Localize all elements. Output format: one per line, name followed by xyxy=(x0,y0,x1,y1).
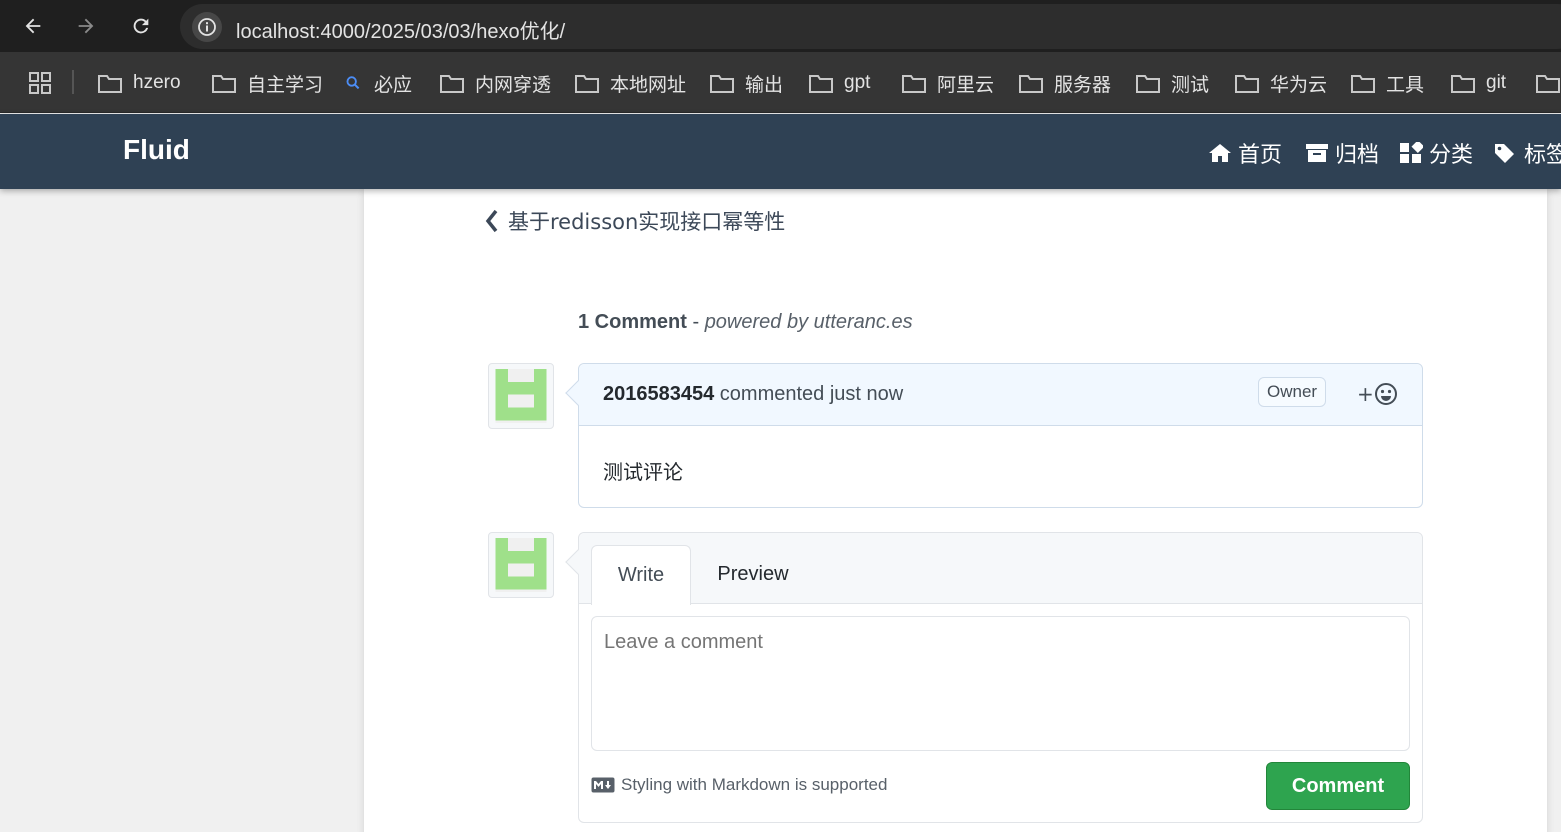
comment-textarea[interactable] xyxy=(591,616,1410,751)
archive-icon xyxy=(1306,144,1328,162)
comment-meta: 2016583454 commented just now xyxy=(603,383,903,406)
bookmark-shuchu[interactable]: 输出 xyxy=(709,69,783,97)
home-icon xyxy=(1209,144,1231,162)
comment-body: 测试评论 xyxy=(603,460,683,484)
submit-comment-button[interactable]: Comment xyxy=(1266,762,1410,810)
bookmark-label: 内网穿透 xyxy=(475,74,552,96)
folder-icon xyxy=(1019,75,1043,93)
nav-label: 归档 xyxy=(1335,143,1380,168)
folder-icon xyxy=(1235,75,1259,93)
comments-header: 1 Comment - powered by utteranc.es xyxy=(578,311,913,334)
comment-author[interactable]: 2016583454 xyxy=(603,383,714,405)
add-reaction-button[interactable]: + xyxy=(1357,382,1398,406)
folder-icon xyxy=(575,75,599,93)
identicon-image xyxy=(495,369,547,423)
comment-item: 2016583454 commented just now Owner + 测试… xyxy=(565,363,1423,508)
nav-label: 分类 xyxy=(1429,143,1474,168)
forward-button[interactable] xyxy=(72,12,100,40)
bookmark-bendiwangzhi[interactable]: 本地网址 xyxy=(574,69,686,97)
comment-header: 2016583454 commented just now Owner + xyxy=(579,364,1422,426)
markdown-icon xyxy=(591,777,615,793)
bookmark-label: 测试 xyxy=(1171,74,1210,96)
bookmark-label: hzero xyxy=(133,72,181,93)
tab-preview[interactable]: Preview xyxy=(703,545,803,604)
avatar[interactable] xyxy=(488,532,554,598)
smiley-icon xyxy=(1374,383,1397,405)
identicon-image xyxy=(495,538,547,592)
bookmark-fuwuqi[interactable]: 服务器 xyxy=(1018,69,1111,97)
bookmark-ceshi[interactable]: 测试 xyxy=(1135,69,1209,97)
nav-home[interactable]: 首页 xyxy=(1208,137,1282,169)
folder-icon xyxy=(1351,75,1375,93)
bookmark-git[interactable]: git xyxy=(1450,69,1506,97)
comment-count: 1 Comment xyxy=(578,311,687,333)
nav-label: 标签 xyxy=(1524,143,1561,168)
reload-icon xyxy=(133,18,149,34)
bookmark-label: 华为云 xyxy=(1270,74,1328,96)
site-brand[interactable]: Fluid xyxy=(123,134,190,166)
nav-category[interactable]: 分类 xyxy=(1399,137,1473,169)
markdown-note[interactable]: Styling with Markdown is supported xyxy=(591,775,887,795)
powered-by[interactable]: powered by utteranc.es xyxy=(705,311,913,333)
bookmark-gpt[interactable]: gpt xyxy=(808,69,870,97)
chevron-left-icon xyxy=(485,209,498,233)
bookmark-label: 必应 xyxy=(374,74,413,96)
editor-tabs: Write Preview xyxy=(579,533,1422,605)
bookmark-zizhuxuexi[interactable]: 自主学习 xyxy=(211,69,323,97)
category-icon xyxy=(1400,142,1423,163)
folder-icon xyxy=(809,75,833,93)
folder-icon xyxy=(1536,75,1560,93)
reload-button[interactable] xyxy=(127,12,155,40)
search-icon xyxy=(346,76,360,90)
bookmark-label: 输出 xyxy=(745,74,784,96)
bookmark-label: 阿里云 xyxy=(937,74,995,96)
tab-write[interactable]: Write xyxy=(591,545,691,605)
nav-label: 首页 xyxy=(1238,143,1283,168)
bookmark-separator xyxy=(72,70,74,94)
bookmark-label: gpt xyxy=(844,72,871,93)
powered-separator: - xyxy=(686,311,705,333)
folder-icon xyxy=(212,75,236,93)
markdown-note-text: Styling with Markdown is supported xyxy=(621,775,888,794)
apps-grid-icon[interactable] xyxy=(28,71,52,99)
arrow-left-icon xyxy=(25,18,41,34)
bookmark-neiwangchuantou[interactable]: 内网穿透 xyxy=(439,69,551,97)
owner-badge: Owner xyxy=(1258,377,1327,407)
bookmark-label: git xyxy=(1486,72,1507,93)
tag-icon xyxy=(1495,144,1514,163)
reaction-plus: + xyxy=(1357,382,1374,406)
bookmark-aliyun[interactable]: 阿里云 xyxy=(901,69,994,97)
folder-icon xyxy=(1451,75,1475,93)
bookmarks-bar: hzero 自主学习 必应 内网穿透 本地网址 输出 gpt 阿里云 服务器 测… xyxy=(0,52,1561,113)
bookmark-hzero[interactable]: hzero xyxy=(97,69,181,97)
bookmark-label: 服务器 xyxy=(1054,74,1112,96)
bookmark-gongju[interactable]: 工具 xyxy=(1350,69,1424,97)
site-navbar: Fluid 首页 归档 分类 标签 xyxy=(0,114,1561,189)
bookmark-label: 本地网址 xyxy=(610,74,687,96)
browser-toolbar: localhost:4000/2025/03/03/hexo优化/ xyxy=(0,0,1561,52)
nav-tag[interactable]: 标签 xyxy=(1494,137,1561,169)
prev-post-title: 基于redisson实现接口幂等性 xyxy=(508,210,786,234)
url-text[interactable]: localhost:4000/2025/03/03/hexo优化/ xyxy=(236,15,565,44)
folder-icon xyxy=(902,75,926,93)
comment-action[interactable]: commented just now xyxy=(714,383,903,405)
folder-icon xyxy=(440,75,464,93)
bookmark-huaweiyun[interactable]: 华为云 xyxy=(1234,69,1327,97)
bookmark-label: 工具 xyxy=(1386,74,1425,96)
arrow-right-icon xyxy=(78,18,94,34)
folder-icon xyxy=(98,75,122,93)
back-button[interactable] xyxy=(19,12,47,40)
bookmark-label: 自主学习 xyxy=(247,74,324,96)
prev-post-link[interactable]: 基于redisson实现接口幂等性 xyxy=(484,206,785,236)
post-card: 基于redisson实现接口幂等性 1 Comment - powered by… xyxy=(364,189,1547,832)
folder-icon xyxy=(710,75,734,93)
comment-editor: Write Preview Styling with Markdown is s… xyxy=(565,532,1423,823)
bookmark-overflow-folder[interactable] xyxy=(1535,69,1561,97)
bookmark-bing[interactable]: 必应 xyxy=(344,69,412,97)
nav-archive[interactable]: 归档 xyxy=(1305,137,1379,169)
avatar[interactable] xyxy=(488,363,554,429)
site-info-icon[interactable] xyxy=(192,12,222,42)
folder-icon xyxy=(1136,75,1160,93)
address-bar[interactable]: localhost:4000/2025/03/03/hexo优化/ xyxy=(180,4,1561,49)
